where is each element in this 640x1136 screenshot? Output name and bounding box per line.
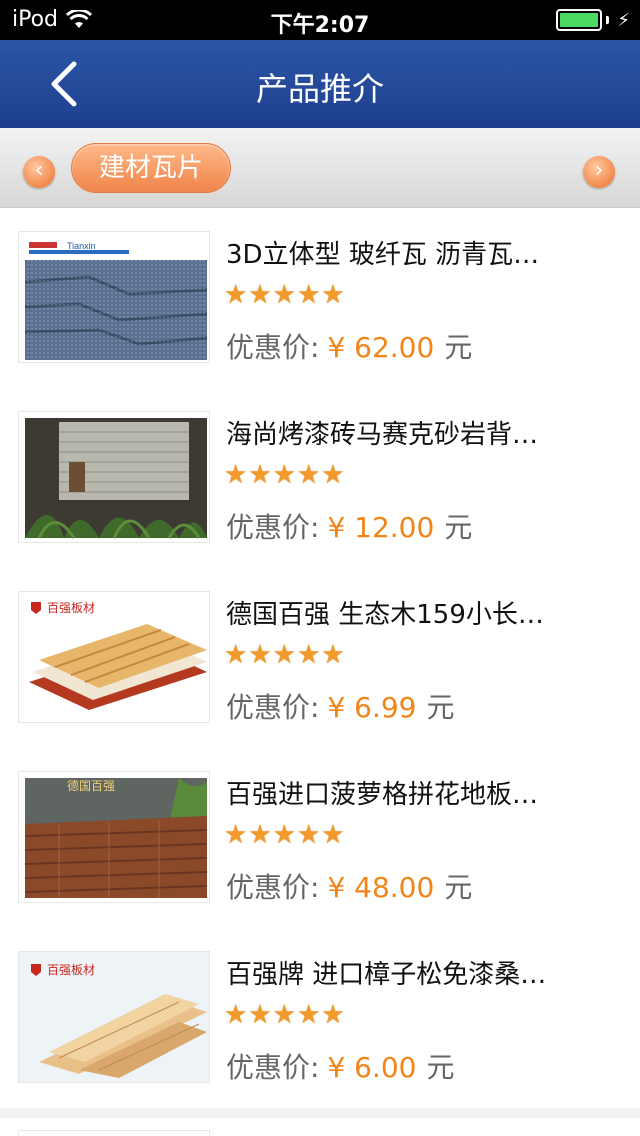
price-unit: 元 [426,1051,455,1084]
product-item[interactable] [0,1118,640,1136]
star-icon: ★ [248,280,272,310]
product-title: 海尚烤漆砖马赛克砂岩背… [226,420,539,450]
status-bar: iPod 下午2:07 ⚡ [0,0,640,40]
star-icon: ★ [224,1000,248,1030]
star-icon: ★ [224,640,248,670]
product-item[interactable]: Tianxin 3D立体型 玻纤瓦 沥青瓦… ★ ★ ★ ★ ★ 优惠价: ¥ … [0,208,640,388]
price-value: ¥ 6.00 [327,1051,417,1084]
star-icon: ★ [224,460,248,490]
star-icon: ★ [296,280,321,310]
battery-level [560,13,599,27]
star-icon: ★ [248,1000,272,1030]
star-icon: ★ [248,460,272,490]
brand-logo-text: 百强板材 [47,963,95,977]
price-label: 优惠价: [226,871,320,904]
category-prev-button[interactable]: ‹ [23,156,55,188]
category-tab-selected[interactable]: 建材瓦片 [71,143,231,193]
star-icon: ★ [296,640,321,670]
battery-icon [556,9,603,31]
product-item[interactable]: 百强板材 德国百强 生态木159小长… ★ ★ ★ ★ ★ 优惠价: ¥ 6.99… [0,568,640,748]
status-right: ⚡ [556,9,630,31]
star-icon: ★ [296,820,321,850]
star-icon: ★ [296,1000,321,1030]
star-icon: ★ [321,280,345,310]
star-icon: ★ [272,640,296,670]
product-title: 德国百强 生态木159小长… [226,600,544,630]
navigation-bar: 产品推介 [0,40,640,128]
price-row: 优惠价: ¥ 62.00 元 [226,326,472,366]
page-title: 产品推介 [255,70,384,108]
star-icon: ★ [272,820,296,850]
star-icon: ★ [224,820,248,850]
chevron-left-icon: ‹ [34,158,44,183]
brand-logo-text: 德国百强 [67,778,115,793]
product-thumbnail: 百强板材 [18,951,210,1083]
product-item[interactable]: 百强板材 百强牌 进口樟子松免漆桑… ★ ★ ★ ★ ★ 优惠价: ¥ 6.00 元 [0,928,640,1108]
star-icon: ★ [321,1000,345,1030]
product-thumbnail: 德国百强 [18,771,210,903]
star-icon: ★ [321,460,345,490]
rating-stars: ★ ★ ★ ★ ★ [224,822,345,848]
product-thumbnail: Tianxin [18,231,210,363]
price-unit: 元 [444,511,473,544]
brand-logo-text: 百强板材 [47,601,95,615]
category-next-button[interactable]: › [583,156,615,188]
brand-logo-text: Tianxin [67,241,96,251]
product-thumbnail [18,1130,210,1136]
status-time: 下午2:07 [270,13,370,38]
star-icon: ★ [321,640,345,670]
star-icon: ★ [248,820,272,850]
product-item[interactable]: 海尚烤漆砖马赛克砂岩背… ★ ★ ★ ★ ★ 优惠价: ¥ 12.00 元 [0,388,640,568]
price-unit: 元 [444,331,473,364]
star-icon: ★ [272,460,296,490]
price-value: ¥ 12.00 [327,511,435,544]
product-title: 百强进口菠萝格拼花地板… [226,780,539,810]
star-icon: ★ [321,820,345,850]
rating-stars: ★ ★ ★ ★ ★ [224,1002,345,1028]
rating-stars: ★ ★ ★ ★ ★ [224,642,345,668]
price-unit: 元 [426,691,455,724]
product-title: 百强牌 进口樟子松免漆桑… [226,960,547,990]
price-row: 优惠价: ¥ 12.00 元 [226,506,472,546]
star-icon: ★ [296,460,321,490]
price-row: 优惠价: ¥ 48.00 元 [226,866,472,906]
product-thumbnail [18,411,210,543]
star-icon: ★ [248,640,272,670]
price-value: ¥ 62.00 [327,331,435,364]
price-row: 优惠价: ¥ 6.99 元 [226,686,455,726]
price-row: 优惠价: ¥ 6.00 元 [226,1046,455,1086]
star-icon: ★ [272,1000,296,1030]
category-bar: ‹ 建材瓦片 › [0,128,640,208]
rating-stars: ★ ★ ★ ★ ★ [224,282,345,308]
chevron-right-icon: › [594,158,604,183]
product-title: 3D立体型 玻纤瓦 沥青瓦… [226,240,540,270]
charging-bolt-icon: ⚡ [617,9,630,31]
star-icon: ★ [272,280,296,310]
price-label: 优惠价: [226,331,320,364]
rating-stars: ★ ★ ★ ★ ★ [224,462,345,488]
price-unit: 元 [444,871,473,904]
price-label: 优惠价: [226,691,320,724]
price-label: 优惠价: [226,511,320,544]
price-label: 优惠价: [226,1051,320,1084]
price-value: ¥ 6.99 [327,691,417,724]
star-icon: ★ [224,280,248,310]
price-value: ¥ 48.00 [327,871,435,904]
product-item[interactable]: 德国百强 百强进口菠萝格拼花地板… ★ ★ ★ ★ ★ 优惠价: ¥ 48.00… [0,748,640,928]
product-thumbnail: 百强板材 [18,591,210,723]
